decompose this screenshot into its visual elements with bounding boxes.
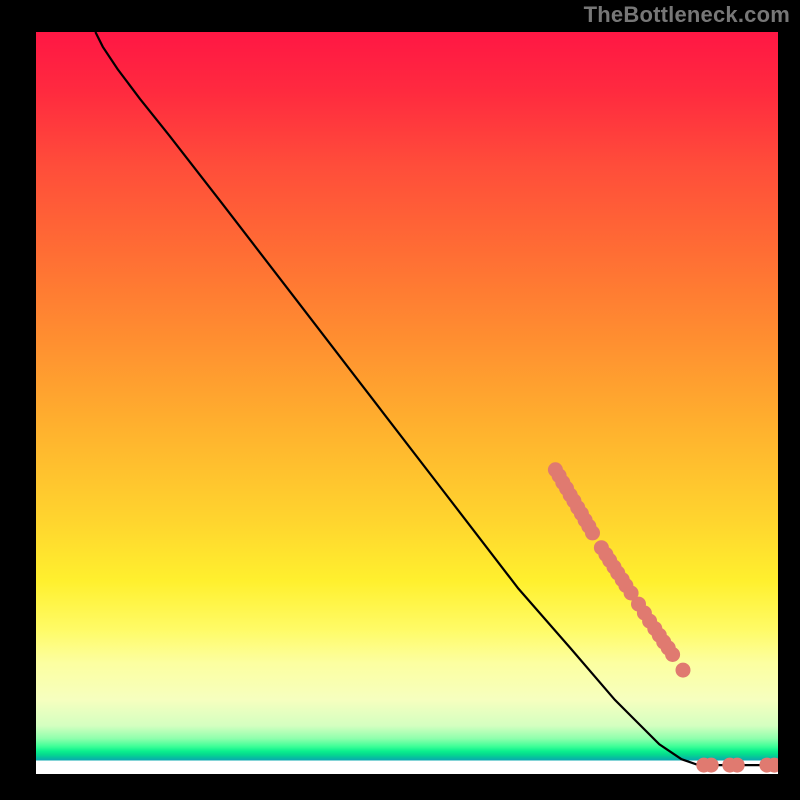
- curve-layer: [36, 32, 778, 774]
- chart-frame: TheBottleneck.com: [0, 0, 800, 800]
- data-dot: [665, 647, 680, 662]
- dot-group: [548, 462, 778, 772]
- data-dot: [730, 758, 745, 773]
- data-dot: [676, 663, 691, 678]
- plot-area: [36, 32, 778, 774]
- data-dot: [585, 525, 600, 540]
- data-dot: [704, 758, 719, 773]
- attribution-label: TheBottleneck.com: [584, 2, 790, 28]
